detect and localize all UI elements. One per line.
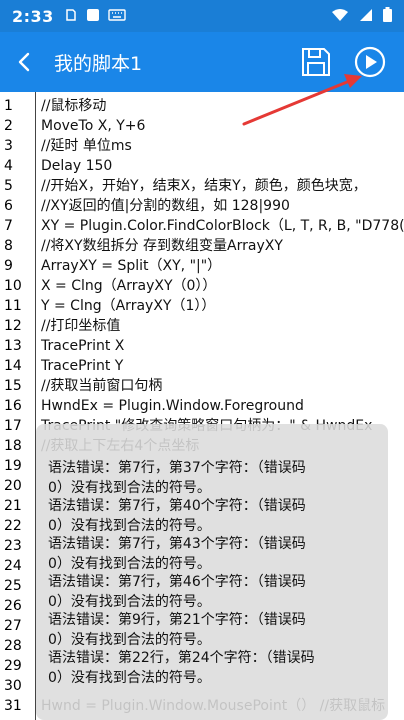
line-number: 30	[4, 678, 22, 694]
code-line[interactable]: 6 //XY返回的值|分割的数组，如 128|990	[0, 196, 404, 216]
play-icon	[354, 46, 386, 78]
line-number: 31	[4, 698, 22, 714]
error-message-line: 0）没有找到合法的符号。	[48, 670, 211, 686]
code-line[interactable]: 12 //打印坐标值	[0, 316, 404, 336]
wifi-icon	[331, 7, 349, 26]
battery-icon	[383, 6, 392, 26]
line-number: 16	[4, 398, 22, 414]
line-number: 26	[4, 598, 22, 614]
code-line[interactable]: 1 //鼠标移动	[0, 96, 404, 116]
line-number: 15	[4, 378, 22, 394]
line-number: 19	[4, 458, 22, 474]
line-number: 12	[4, 318, 22, 334]
code-line[interactable]: 13 TracePrint X	[0, 336, 404, 356]
line-number: 9	[4, 258, 13, 274]
line-number: 29	[4, 658, 22, 674]
code-text: ArrayXY = Split（XY, "|"）	[41, 258, 222, 274]
line-number: 10	[4, 278, 22, 294]
code-line[interactable]: 4 Delay 150	[0, 156, 404, 176]
code-line[interactable]: 9 ArrayXY = Split（XY, "|"）	[0, 256, 404, 276]
line-number: 24	[4, 558, 22, 574]
code-line[interactable]: 3 //延时 单位ms	[0, 136, 404, 156]
line-number: 20	[4, 478, 22, 494]
run-button[interactable]	[352, 44, 388, 80]
line-number: 13	[4, 338, 22, 354]
keyboard-icon	[108, 7, 126, 26]
line-number: 28	[4, 638, 22, 654]
status-bar: 2:33	[0, 0, 404, 32]
code-text: TracePrint Y	[41, 358, 124, 374]
code-text: TracePrint X	[41, 338, 125, 354]
code-text: //获取当前窗口句柄	[41, 378, 163, 394]
save-icon	[302, 48, 330, 76]
code-line[interactable]: 16 HwndEx = Plugin.Window.Foreground	[0, 396, 404, 416]
line-number: 4	[4, 158, 13, 174]
back-button[interactable]	[0, 32, 48, 92]
code-line[interactable]: 8 //将XY数组拆分 存到数组变量ArrayXY	[0, 236, 404, 256]
code-line[interactable]: 2 MoveTo X, Y+6	[0, 116, 404, 136]
error-message-line: 语法错误：第7行，第40个字符：（错误码	[48, 498, 306, 514]
code-text: //XY返回的值|分割的数组，如 128|990	[41, 198, 290, 214]
line-number: 6	[4, 198, 13, 214]
code-text: Delay 150	[41, 158, 113, 174]
code-line[interactable]: 15 //获取当前窗口句柄	[0, 376, 404, 396]
error-message-line: 0）没有找到合法的符号。	[48, 632, 211, 648]
signal-icon	[359, 7, 373, 26]
code-text: Y = Clng（ArrayXY（1））	[41, 298, 216, 314]
code-text: MoveTo X, Y+6	[41, 118, 146, 134]
code-line[interactable]: 10 X = Clng（ArrayXY（0））	[0, 276, 404, 296]
page-title: 我的脚本1	[54, 52, 143, 75]
line-number: 22	[4, 518, 22, 534]
line-number: 8	[4, 238, 13, 254]
line-number: 17	[4, 418, 22, 434]
line-number: 21	[4, 498, 22, 514]
code-text: //鼠标移动	[41, 98, 107, 114]
line-number: 27	[4, 618, 22, 634]
line-number: 5	[4, 178, 13, 194]
error-message-line: 语法错误：第22行，第24个字符：（错误码	[48, 650, 315, 666]
app-bar: 我的脚本1	[0, 32, 404, 92]
save-button[interactable]	[298, 44, 334, 80]
code-text: //打印坐标值	[41, 318, 121, 334]
error-message-line: 语法错误：第7行，第37个字符：（错误码	[48, 460, 306, 476]
code-text: HwndEx = Plugin.Window.Foreground	[41, 398, 304, 414]
line-number: 7	[4, 218, 13, 234]
line-number: 23	[4, 538, 22, 554]
status-time: 2:33	[12, 6, 54, 26]
line-number: 25	[4, 578, 22, 594]
code-text: XY = Plugin.Color.FindColorBlock（L, T, R…	[41, 218, 404, 234]
code-text: //开始X，开始Y，结束X，结束Y，颜色，颜色块宽，	[41, 178, 367, 194]
line-number: 3	[4, 138, 13, 154]
line-number: 1	[4, 98, 13, 114]
code-text: X = Clng（ArrayXY（0））	[41, 278, 217, 294]
code-line[interactable]: 7 XY = Plugin.Color.FindColorBlock（L, T, …	[0, 216, 404, 236]
error-message-line: 0）没有找到合法的符号。	[48, 594, 211, 610]
line-number: 2	[4, 118, 13, 134]
code-line[interactable]: 11 Y = Clng（ArrayXY（1））	[0, 296, 404, 316]
sync-icon	[64, 7, 78, 26]
code-text: //延时 单位ms	[41, 138, 132, 154]
code-line[interactable]: 14 TracePrint Y	[0, 356, 404, 376]
error-message-line: 0）没有找到合法的符号。	[48, 480, 211, 496]
code-line[interactable]: 5 //开始X，开始Y，结束X，结束Y，颜色，颜色块宽，	[0, 176, 404, 196]
error-message-line: 0）没有找到合法的符号。	[48, 518, 211, 534]
code-text: //将XY数组拆分 存到数组变量ArrayXY	[41, 238, 283, 254]
error-message-line: 语法错误：第7行，第43个字符：（错误码	[48, 536, 306, 552]
error-message-line: 语法错误：第7行，第46个字符：（错误码	[48, 574, 306, 590]
line-number: 11	[4, 298, 22, 314]
line-number: 14	[4, 358, 22, 374]
back-arrow-icon	[18, 52, 30, 72]
error-message-line: 语法错误：第9行，第21个字符：（错误码	[48, 612, 306, 628]
line-number: 18	[4, 438, 22, 454]
square-icon	[86, 7, 100, 26]
error-message-line: 0）没有找到合法的符号。	[48, 556, 211, 572]
